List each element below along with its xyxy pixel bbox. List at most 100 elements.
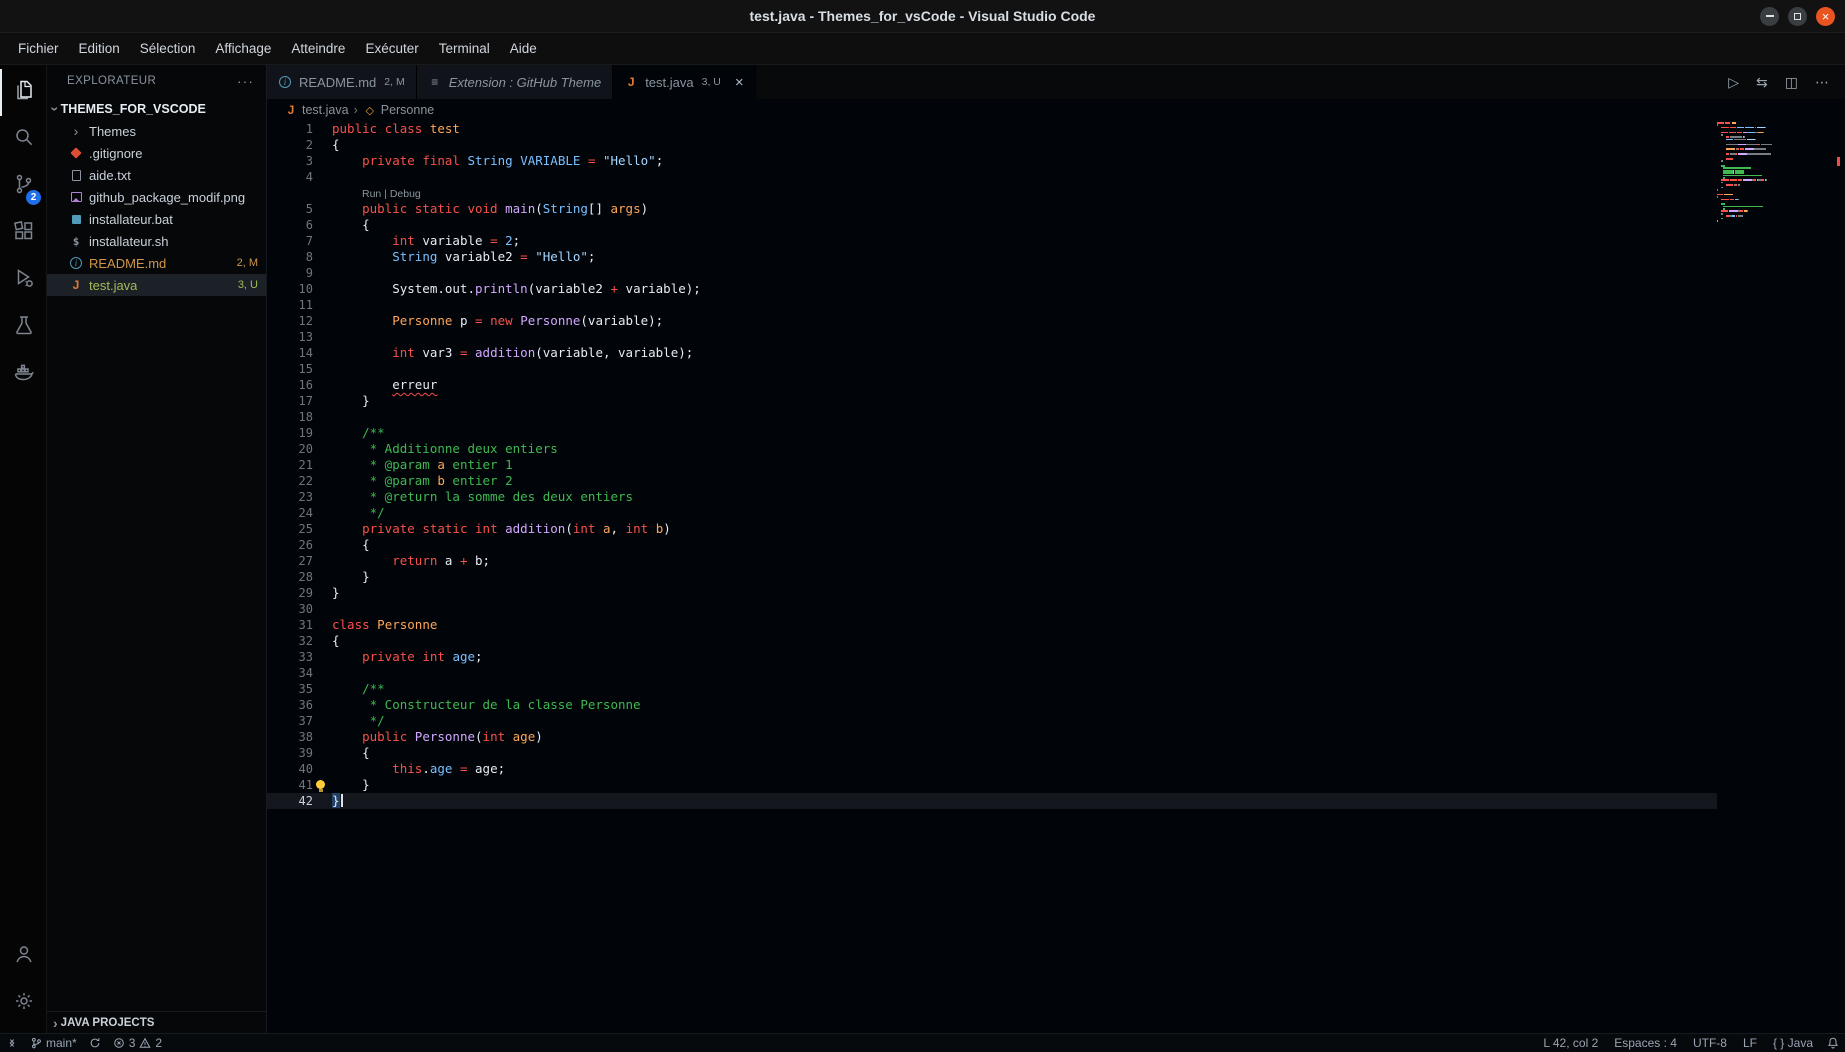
activity-settings[interactable] — [0, 980, 46, 1027]
line-content[interactable] — [313, 601, 1717, 617]
status-language-mode[interactable]: { } Java — [1765, 1036, 1821, 1050]
activity-run-debug[interactable] — [0, 257, 46, 304]
activity-search[interactable] — [0, 116, 46, 163]
file--gitignore[interactable]: .gitignore — [47, 142, 266, 164]
line-number[interactable]: 39 — [267, 745, 313, 761]
line-content[interactable]: */ — [313, 713, 1717, 729]
line-number[interactable]: 6 — [267, 217, 313, 233]
line-number[interactable]: 42 — [267, 793, 313, 809]
more-actions-icon[interactable]: ··· — [237, 73, 254, 89]
line-number[interactable]: 33 — [267, 649, 313, 665]
line-number[interactable]: 32 — [267, 633, 313, 649]
codelens-run-debug[interactable]: Run | Debug — [362, 186, 421, 202]
line-content[interactable]: } — [313, 569, 1717, 585]
line-content[interactable]: System.out.println(variable2 + variable)… — [313, 281, 1717, 297]
line-content[interactable]: /** — [313, 425, 1717, 441]
line-content[interactable]: { — [313, 633, 1717, 649]
line-content[interactable] — [313, 297, 1717, 313]
file-github-package-modif-png[interactable]: github_package_modif.png — [47, 186, 266, 208]
line-content[interactable]: erreur — [313, 377, 1717, 393]
run-button[interactable]: ▷ — [1728, 74, 1739, 91]
line-number[interactable]: 15 — [267, 361, 313, 377]
line-content[interactable]: public static void main(String[] args) — [313, 201, 1717, 217]
line-number[interactable]: 25 — [267, 521, 313, 537]
line-content[interactable]: public Personne(int age) — [313, 729, 1717, 745]
line-content[interactable]: private final String VARIABLE = "Hello"; — [313, 153, 1717, 169]
file-installateur-bat[interactable]: installateur.bat — [47, 208, 266, 230]
line-content[interactable]: private int age; — [313, 649, 1717, 665]
line-number[interactable]: 5 — [267, 201, 313, 217]
activity-docker[interactable] — [0, 351, 46, 398]
branch-status[interactable]: main* — [24, 1034, 83, 1052]
line-number[interactable]: 20 — [267, 441, 313, 457]
close-button[interactable]: × — [1816, 7, 1835, 26]
line-number[interactable]: 41 — [267, 777, 313, 793]
line-content[interactable]: } — [313, 585, 1717, 601]
breadcrumb-item-personne[interactable]: ◇Personne — [363, 103, 435, 117]
line-number[interactable]: 2 — [267, 137, 313, 153]
line-number[interactable] — [267, 185, 313, 201]
line-number[interactable]: 3 — [267, 153, 313, 169]
line-content[interactable]: */ — [313, 505, 1717, 521]
line-number[interactable]: 14 — [267, 345, 313, 361]
line-number[interactable]: 28 — [267, 569, 313, 585]
maximize-button[interactable] — [1788, 7, 1807, 26]
file-installateur-sh[interactable]: $installateur.sh — [47, 230, 266, 252]
activity-explorer[interactable] — [0, 69, 46, 116]
tree-root-themes-for-vscode[interactable]: › THEMES_FOR_VSCODE — [47, 97, 266, 120]
line-content[interactable] — [313, 329, 1717, 345]
line-content[interactable] — [313, 665, 1717, 681]
line-content[interactable]: int var3 = addition(variable, variable); — [313, 345, 1717, 361]
section-java-projects[interactable]: › JAVA PROJECTS — [47, 1011, 266, 1033]
tab-close-button[interactable]: × — [735, 75, 744, 90]
line-number[interactable]: 35 — [267, 681, 313, 697]
open-changes-button[interactable]: ⇆ — [1756, 74, 1768, 91]
line-number[interactable]: 26 — [267, 537, 313, 553]
line-number[interactable]: 23 — [267, 489, 313, 505]
line-number[interactable]: 18 — [267, 409, 313, 425]
line-number[interactable]: 21 — [267, 457, 313, 473]
line-content[interactable]: return a + b; — [313, 553, 1717, 569]
tab-test-java[interactable]: Jtest.java3, U× — [613, 65, 755, 99]
line-content[interactable]: public class test — [313, 121, 1717, 137]
file-test-java[interactable]: Jtest.java3, U — [47, 274, 266, 296]
line-content[interactable]: } — [313, 777, 1717, 793]
line-number[interactable]: 19 — [267, 425, 313, 441]
notifications-bell[interactable] — [1821, 1034, 1845, 1052]
sync-button[interactable] — [83, 1034, 107, 1052]
line-content[interactable]: String variable2 = "Hello"; — [313, 249, 1717, 265]
split-editor-button[interactable]: ◫ — [1785, 74, 1798, 91]
line-number[interactable]: 22 — [267, 473, 313, 489]
line-number[interactable]: 29 — [267, 585, 313, 601]
file-readme-md[interactable]: iREADME.md2, M — [47, 252, 266, 274]
menu-item-edition[interactable]: Edition — [69, 33, 130, 64]
line-number[interactable]: 8 — [267, 249, 313, 265]
status-indentation[interactable]: Espaces : 4 — [1606, 1036, 1685, 1050]
activity-testing[interactable] — [0, 304, 46, 351]
status-eol[interactable]: LF — [1735, 1036, 1765, 1050]
line-number[interactable]: 11 — [267, 297, 313, 313]
line-number[interactable]: 10 — [267, 281, 313, 297]
activity-extensions[interactable] — [0, 210, 46, 257]
line-content[interactable]: * @param a entier 1 — [313, 457, 1717, 473]
breadcrumb-item-test-java[interactable]: Jtest.java — [284, 103, 349, 117]
line-content[interactable]: } — [313, 393, 1717, 409]
line-content[interactable]: { — [313, 137, 1717, 153]
line-number[interactable]: 30 — [267, 601, 313, 617]
code-area[interactable]: 1public class test2{3 private final Stri… — [267, 121, 1717, 1033]
menu-item-selection[interactable]: Sélection — [130, 33, 206, 64]
lightbulb-icon[interactable] — [316, 780, 325, 789]
line-number[interactable]: 16 — [267, 377, 313, 393]
line-content[interactable]: * @param b entier 2 — [313, 473, 1717, 489]
menu-item-executer[interactable]: Exécuter — [355, 33, 428, 64]
problems-status[interactable]: 3 2 — [107, 1034, 168, 1052]
line-number[interactable]: 40 — [267, 761, 313, 777]
line-number[interactable]: 34 — [267, 665, 313, 681]
line-content[interactable]: } — [313, 793, 1717, 809]
tab-extension-github-theme[interactable]: ≡Extension : GitHub Theme — [417, 65, 613, 99]
line-number[interactable]: 38 — [267, 729, 313, 745]
line-number[interactable]: 7 — [267, 233, 313, 249]
line-content[interactable]: * Constructeur de la classe Personne — [313, 697, 1717, 713]
menu-item-affichage[interactable]: Affichage — [205, 33, 281, 64]
more-actions-button[interactable]: ⋯ — [1815, 74, 1829, 91]
